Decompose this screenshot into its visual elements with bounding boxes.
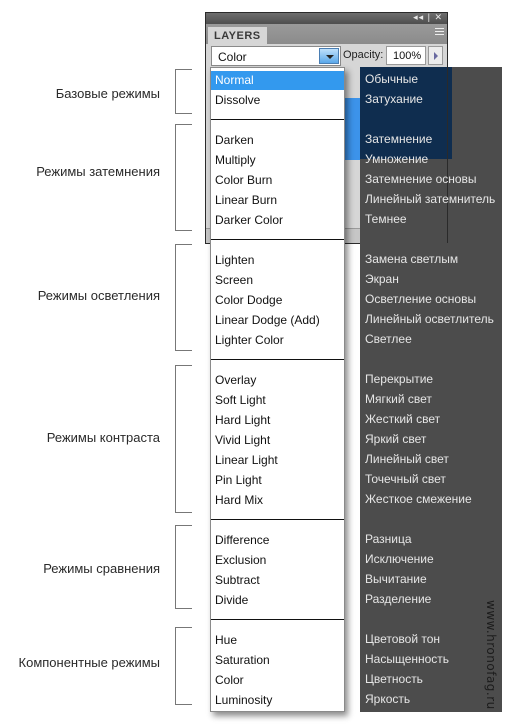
opacity-slider-button[interactable]: [428, 46, 443, 65]
group-label-comparative: Режимы сравнения: [43, 561, 160, 576]
menu-separator: [211, 239, 344, 240]
layer-selection-strip: [345, 98, 360, 160]
group-label-lighten: Режимы осветления: [37, 288, 160, 303]
collapse-close-icons[interactable]: ◂◂ | ✕: [413, 12, 443, 23]
translation-label: Разделение: [365, 592, 432, 606]
blend-mode-option[interactable]: Linear Light: [211, 451, 344, 470]
blend-mode-value: Color: [218, 50, 247, 64]
blend-mode-option[interactable]: Linear Burn: [211, 191, 344, 210]
blend-mode-option[interactable]: Saturation: [211, 651, 344, 670]
blend-mode-option[interactable]: Luminosity: [211, 691, 344, 710]
blend-mode-option[interactable]: Color Dodge: [211, 291, 344, 310]
chevron-down-icon[interactable]: [319, 48, 339, 64]
blend-mode-option[interactable]: Screen: [211, 271, 344, 290]
panel-tab-row: LAYERS: [206, 24, 447, 44]
blend-mode-option[interactable]: Hue: [211, 631, 344, 650]
menu-separator: [211, 619, 344, 620]
tab-layers[interactable]: LAYERS: [208, 27, 267, 44]
translation-label: Яркий свет: [365, 432, 427, 446]
translation-label: Перекрытие: [365, 372, 434, 386]
translation-label: Линейный осветлитель: [365, 312, 494, 326]
bracket-comparative: [175, 525, 192, 609]
group-label-darken: Режимы затемнения: [36, 164, 160, 179]
bracket-component: [175, 627, 192, 705]
blend-mode-option[interactable]: Hard Mix: [211, 491, 344, 510]
group-label-contrast: Режимы контраста: [46, 430, 160, 445]
translation-label: Точечный свет: [365, 472, 446, 486]
watermark: www.hronofag.ru: [484, 600, 498, 710]
translation-label: Вычитание: [365, 572, 427, 586]
blend-mode-option[interactable]: Overlay: [211, 371, 344, 390]
blend-mode-option[interactable]: Color Burn: [211, 171, 344, 190]
translation-label: Насыщенность: [365, 652, 450, 666]
translation-label: Экран: [365, 272, 399, 286]
blend-mode-option[interactable]: Dissolve: [211, 91, 344, 110]
translation-label: Затухание: [365, 92, 423, 106]
blend-mode-option[interactable]: Subtract: [211, 571, 344, 590]
blend-mode-option[interactable]: Color: [211, 671, 344, 690]
blend-mode-option[interactable]: Vivid Light: [211, 431, 344, 450]
blend-mode-option[interactable]: Lighter Color: [211, 331, 344, 350]
opacity-input[interactable]: 100%: [386, 46, 426, 65]
blend-mode-option[interactable]: Difference: [211, 531, 344, 550]
translation-label: Цветность: [365, 672, 423, 686]
translation-label: Замена светлым: [365, 252, 459, 266]
group-label-component: Компонентные режимы: [18, 655, 160, 670]
blend-mode-option[interactable]: Exclusion: [211, 551, 344, 570]
panel-menu-icon[interactable]: [432, 26, 444, 36]
translation-label: Умножение: [365, 152, 429, 166]
blend-mode-option[interactable]: Hard Light: [211, 411, 344, 430]
translation-label: Обычные: [365, 72, 419, 86]
blend-mode-option[interactable]: Lighten: [211, 251, 344, 270]
blend-mode-dropdown[interactable]: Normal Dissolve Darken Multiply Color Burn Li…: [210, 67, 345, 712]
translation-label: Жесткий свет: [365, 412, 441, 426]
menu-separator: [211, 119, 344, 120]
blend-mode-option[interactable]: Normal: [211, 71, 344, 90]
blend-mode-option[interactable]: Divide: [211, 591, 344, 610]
bracket-contrast: [175, 365, 192, 513]
menu-separator: [211, 519, 344, 520]
translation-label: Светлее: [365, 332, 412, 346]
translation-label: Жесткое смежение: [365, 492, 472, 506]
translation-label: Затемнение основы: [365, 172, 477, 186]
blend-mode-select[interactable]: Color: [211, 46, 341, 66]
translation-label: Линейный затемнитель: [365, 192, 496, 206]
group-label-basic: Базовые режимы: [55, 86, 160, 101]
translation-label: Исключение: [365, 552, 434, 566]
translation-label: Осветление основы: [365, 292, 477, 306]
blend-mode-option[interactable]: Darken: [211, 131, 344, 150]
translation-label: Затемнение: [365, 132, 433, 146]
translation-label: Яркость: [365, 692, 411, 706]
bracket-darken: [175, 124, 192, 231]
opacity-label: Opacity:: [343, 49, 384, 61]
menu-separator: [211, 359, 344, 360]
blend-mode-option[interactable]: Pin Light: [211, 471, 344, 490]
translation-label: Цветовой тон: [365, 632, 441, 646]
translation-label: Темнее: [365, 212, 407, 226]
panel-titlebar[interactable]: ◂◂ | ✕: [206, 12, 447, 24]
bracket-lighten: [175, 244, 192, 351]
bracket-basic: [175, 69, 192, 114]
blend-mode-option[interactable]: Multiply: [211, 151, 344, 170]
translation-label: Разница: [365, 532, 412, 546]
translation-label: Мягкий свет: [365, 392, 432, 406]
blend-mode-option[interactable]: Linear Dodge (Add): [211, 311, 344, 330]
blend-mode-option[interactable]: Soft Light: [211, 391, 344, 410]
blend-mode-option[interactable]: Darker Color: [211, 211, 344, 230]
translation-label: Линейный свет: [365, 452, 449, 466]
